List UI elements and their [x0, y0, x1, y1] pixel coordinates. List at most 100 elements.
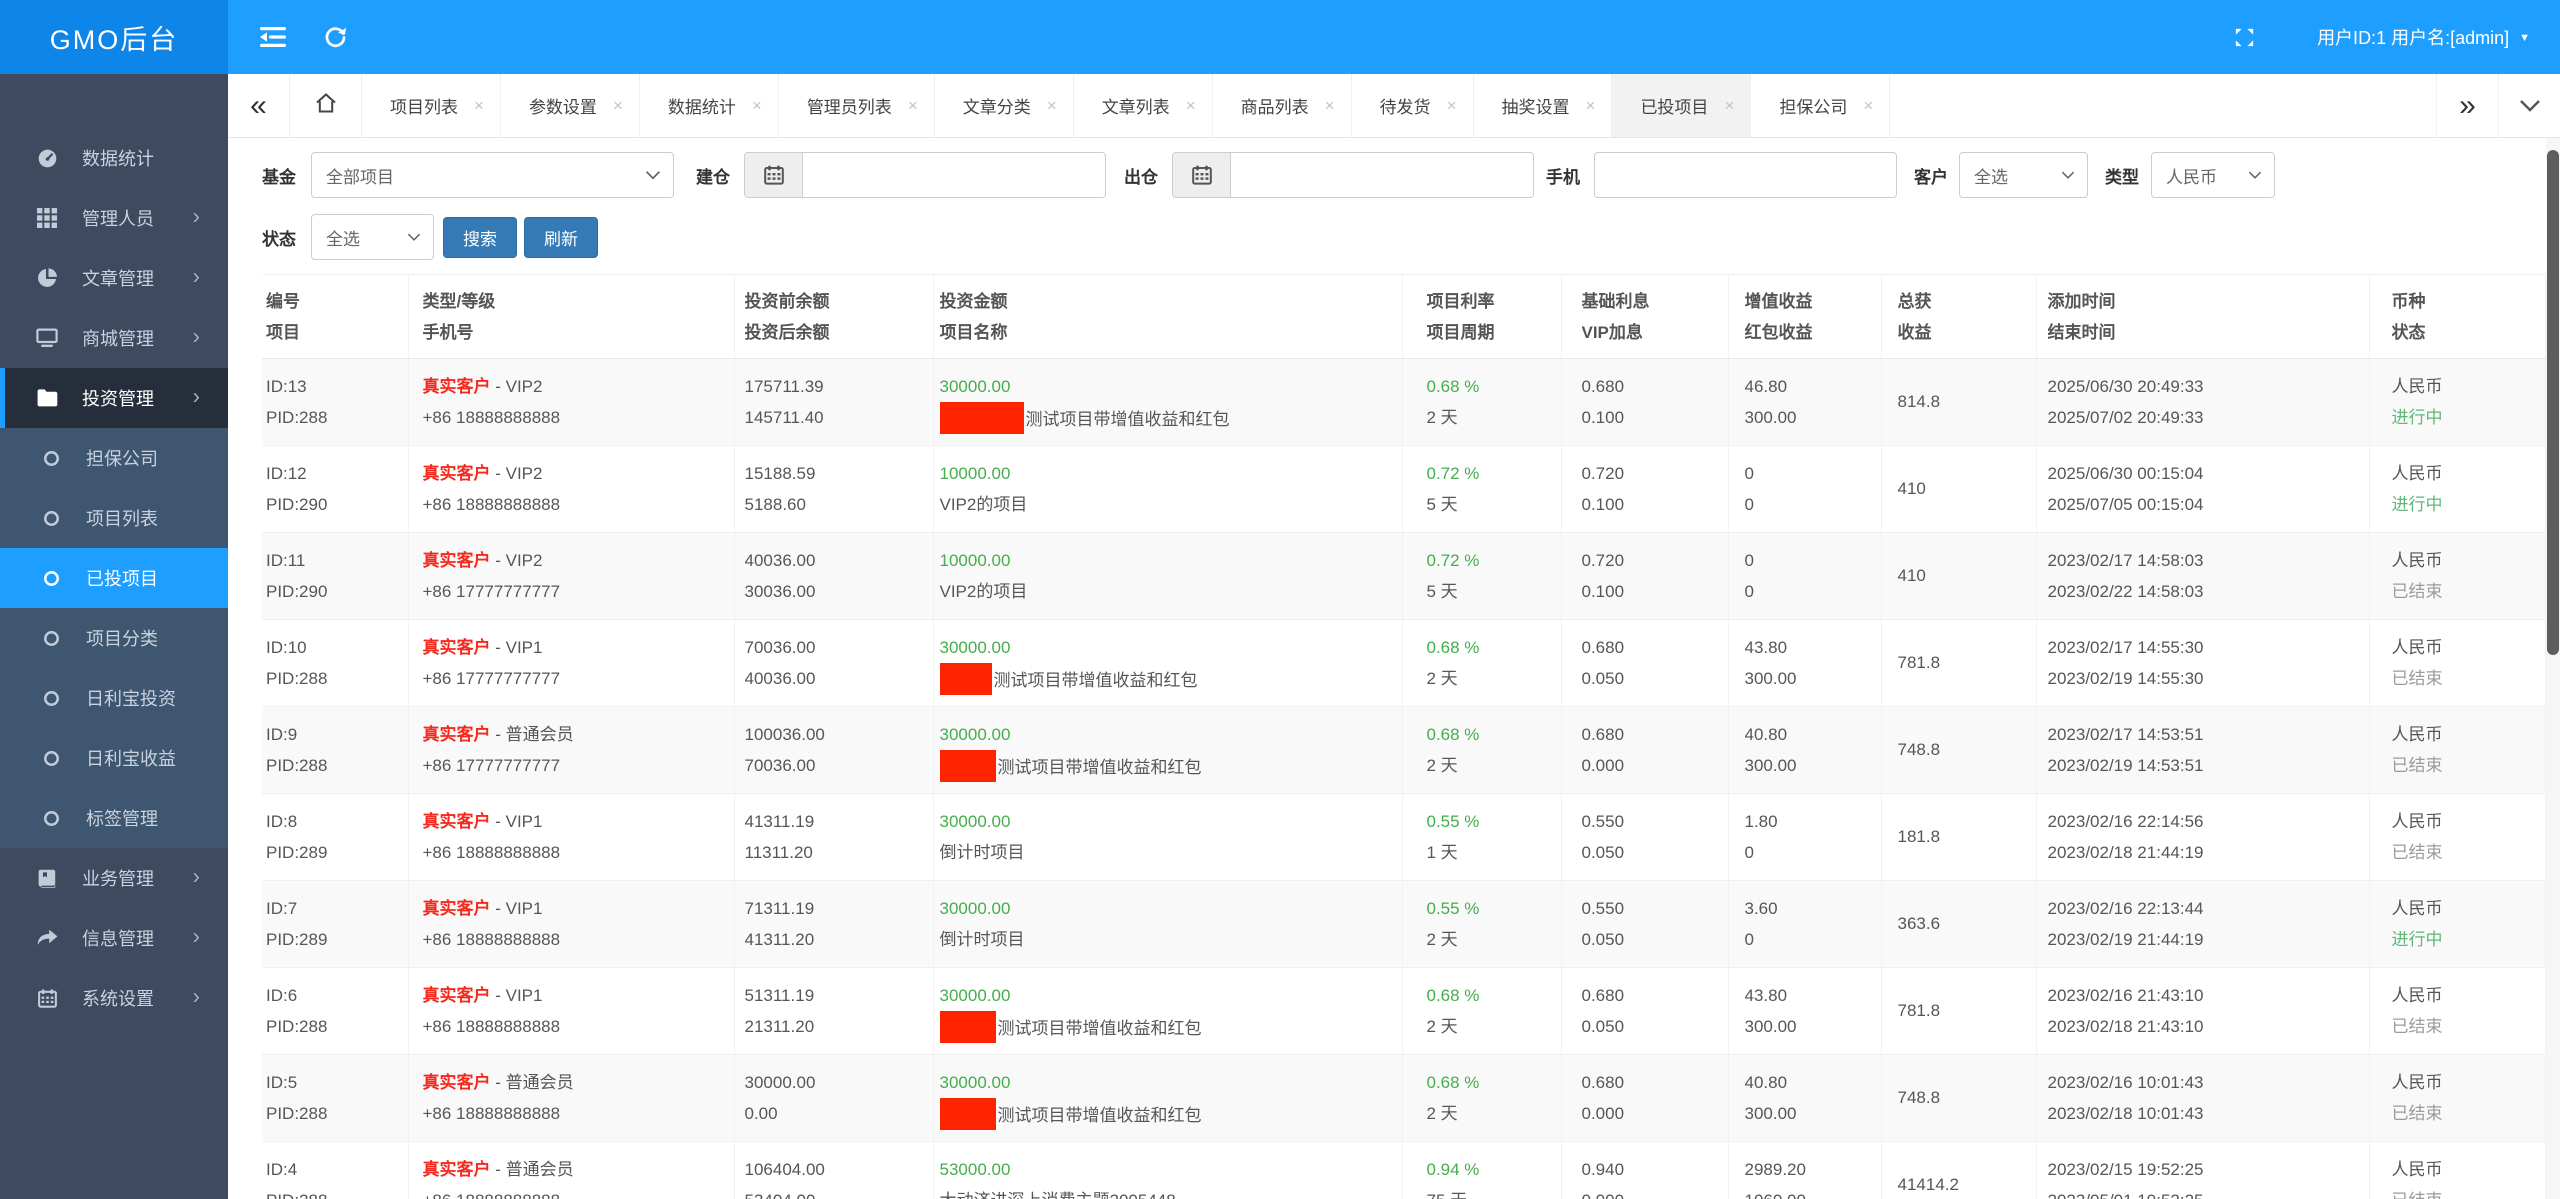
- cell-id: ID:11PID:290: [262, 533, 408, 620]
- sidebar-item-1[interactable]: 管理人员›: [0, 188, 228, 248]
- book-icon: [36, 869, 58, 888]
- tab-6[interactable]: 商品列表×: [1213, 74, 1352, 137]
- chevron-down-icon: ▼: [2519, 32, 2530, 44]
- cell-interest: 0.5500.050: [1561, 881, 1728, 968]
- sidebar-item-label: 日利宝收益: [86, 745, 176, 771]
- tab-1[interactable]: 参数设置 ×: [501, 74, 640, 137]
- customer-label: 客户: [1914, 163, 1948, 188]
- sidebar-item-4[interactable]: 投资管理›: [0, 368, 228, 428]
- type-select[interactable]: 人民币: [2151, 152, 2275, 198]
- sidebar-item-0[interactable]: 数据统计: [0, 128, 228, 188]
- circle-icon: [40, 570, 62, 587]
- tab-close-icon[interactable]: ×: [1186, 96, 1196, 116]
- tab-0[interactable]: 项目列表×: [362, 74, 501, 137]
- tab-close-icon[interactable]: ×: [752, 96, 762, 116]
- fund-select[interactable]: 全部项目: [311, 152, 674, 198]
- tab-8[interactable]: 抽奖设置 ×: [1474, 74, 1613, 137]
- cell-id: ID:12PID:290: [262, 446, 408, 533]
- open-date-input[interactable]: [803, 153, 1105, 197]
- tab-9[interactable]: 已投项目×: [1612, 74, 1751, 137]
- tab-close-icon[interactable]: ×: [1047, 96, 1057, 116]
- calendar-icon: [36, 989, 58, 1008]
- tab-close-icon[interactable]: ×: [474, 96, 484, 116]
- status-select[interactable]: 全选: [311, 214, 434, 260]
- tab-close-icon[interactable]: ×: [1863, 96, 1873, 116]
- tab-7[interactable]: 待发货×: [1352, 74, 1474, 137]
- tab-label: 参数设置: [529, 93, 597, 118]
- tab-10[interactable]: 担保公司×: [1751, 74, 1890, 137]
- refresh-button[interactable]: 刷新: [524, 217, 598, 258]
- open-date-label: 建仓: [696, 163, 730, 188]
- search-button[interactable]: 搜索: [443, 217, 517, 258]
- cell-total-profit: 748.8: [1881, 707, 2036, 794]
- sidebar-item-6[interactable]: 项目列表: [0, 488, 228, 548]
- tab-home[interactable]: [290, 74, 362, 137]
- cell-currency-status: 人民币进行中: [2369, 881, 2545, 968]
- chevron-right-icon: ›: [193, 983, 200, 1009]
- user-info-text: 用户ID:1 用户名:[admin]: [2317, 24, 2509, 50]
- cell-rate-period: 0.68 %2 天: [1402, 359, 1561, 446]
- tab-2[interactable]: 数据统计×: [640, 74, 779, 137]
- tab-close-icon[interactable]: ×: [613, 96, 623, 116]
- column-header: 投资金额项目名称: [933, 275, 1402, 359]
- sidebar-item-label: 信息管理: [82, 925, 154, 951]
- cell-amount-project: 30000.00测试项目带增值收益和红包: [933, 707, 1402, 794]
- refresh-icon[interactable]: [304, 0, 366, 74]
- sidebar-item-8[interactable]: 项目分类: [0, 608, 228, 668]
- cell-bonus: 43.80300.00: [1728, 620, 1881, 707]
- content: 基金 全部项目 建仓 出仓: [228, 138, 2560, 1199]
- cell-interest: 0.6800.100: [1561, 359, 1728, 446]
- fullscreen-icon[interactable]: [2213, 0, 2275, 74]
- tabs-scroll-left-button[interactable]: «: [228, 74, 290, 137]
- tab-close-icon[interactable]: ×: [1325, 96, 1335, 116]
- cell-balance: 15188.595188.60: [734, 446, 933, 533]
- cell-amount-project: 30000.00倒计时项目: [933, 881, 1402, 968]
- cell-currency-status: 人民币已结束: [2369, 533, 2545, 620]
- cell-total-profit: 181.8: [1881, 794, 2036, 881]
- cell-amount-project: 30000.00测试项目带增值收益和红包: [933, 1055, 1402, 1142]
- cell-rate-period: 0.94 %75 天: [1402, 1142, 1561, 1199]
- sidebar-item-13[interactable]: 信息管理 ›: [0, 908, 228, 968]
- chevron-right-icon: ›: [193, 323, 200, 349]
- tab-close-icon[interactable]: ×: [1447, 96, 1457, 116]
- phone-input[interactable]: [1594, 152, 1897, 198]
- cell-currency-status: 人民币已结束: [2369, 1055, 2545, 1142]
- chevron-right-icon: ›: [193, 923, 200, 949]
- cell-id: ID:4PID:288: [262, 1142, 408, 1199]
- calendar-icon[interactable]: [1173, 153, 1231, 197]
- cell-total-profit: 781.8: [1881, 620, 2036, 707]
- tab-4[interactable]: 文章分类×: [935, 74, 1074, 137]
- sidebar-item-7[interactable]: 已投项目: [0, 548, 228, 608]
- tabs-menu-button[interactable]: [2498, 74, 2560, 137]
- cell-balance: 71311.1941311.20: [734, 881, 933, 968]
- tab-close-icon[interactable]: ×: [1586, 96, 1596, 116]
- tabs-scroll-right-button[interactable]: »: [2436, 74, 2498, 137]
- sidebar-item-14[interactable]: 系统设置›: [0, 968, 228, 1028]
- cell-customer: 真实客户 - 普通会员+86 17777777777: [408, 707, 734, 794]
- tab-close-icon[interactable]: ×: [1724, 96, 1734, 116]
- tab-close-icon[interactable]: ×: [908, 96, 918, 116]
- sidebar-item-5[interactable]: 担保公司: [0, 428, 228, 488]
- scrollbar-thumb[interactable]: [2547, 150, 2559, 655]
- close-date-input[interactable]: [1231, 153, 1533, 197]
- sidebar-item-12[interactable]: 业务管理›: [0, 848, 228, 908]
- sidebar-item-3[interactable]: 商城管理›: [0, 308, 228, 368]
- app-logo: GMO后台: [0, 0, 228, 74]
- sidebar-item-2[interactable]: 文章管理›: [0, 248, 228, 308]
- tab-3[interactable]: 管理员列表×: [779, 74, 935, 137]
- calendar-icon[interactable]: [745, 153, 803, 197]
- customer-select[interactable]: 全选: [1959, 152, 2088, 198]
- table-row: ID:4PID:288真实客户 - 普通会员+86 18888888888106…: [262, 1142, 2545, 1199]
- cell-bonus: 43.80300.00: [1728, 968, 1881, 1055]
- sidebar-item-9[interactable]: 日利宝投资: [0, 668, 228, 728]
- tab-label: 抽奖设置: [1502, 93, 1570, 118]
- sidebar-item-11[interactable]: 标签管理: [0, 788, 228, 848]
- cell-interest: 0.6800.050: [1561, 968, 1728, 1055]
- sidebar-toggle-icon[interactable]: [242, 0, 304, 74]
- tab-5[interactable]: 文章列表×: [1074, 74, 1213, 137]
- sidebar-item-10[interactable]: 日利宝收益: [0, 728, 228, 788]
- table-row: ID:7PID:289真实客户 - VIP1+86 18888888888713…: [262, 881, 2545, 968]
- cell-interest: 0.7200.100: [1561, 446, 1728, 533]
- customer-select-value: 全选: [1974, 163, 2008, 188]
- user-menu[interactable]: 用户ID:1 用户名:[admin] ▼: [2317, 24, 2530, 50]
